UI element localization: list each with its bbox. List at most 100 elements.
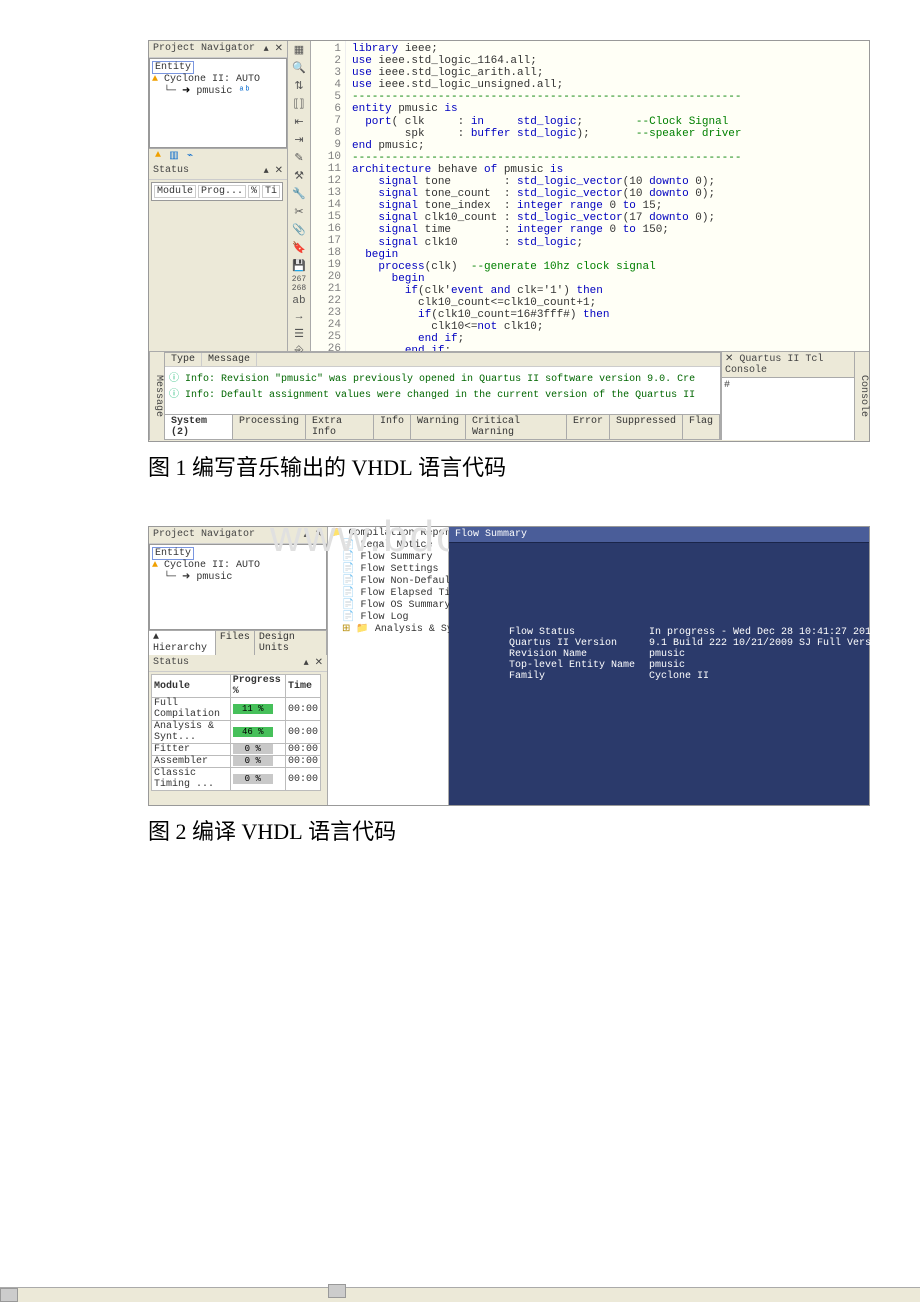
s2-mid-scroll[interactable]	[328, 1284, 346, 1298]
outdent-icon[interactable]: ⇥	[291, 133, 307, 147]
cut-icon[interactable]: ✂	[291, 205, 307, 219]
arrow-right-icon[interactable]: →	[291, 311, 307, 323]
tab-files-icon[interactable]: ▥	[167, 150, 181, 162]
status-pin-close[interactable]: ▴ ✕	[264, 165, 283, 177]
msg-tab[interactable]: Error	[567, 415, 610, 439]
report-tree-item[interactable]: 📄 Flow Non-Default Gl	[328, 575, 448, 587]
s2-left-scroll[interactable]	[0, 1287, 920, 1302]
tab-hierarchy-icon[interactable]: ▲	[151, 150, 165, 162]
flow-value: Cyclone II	[649, 671, 709, 682]
screenshot1-lower: Message Type Message ⓘ Info: Revision "p…	[149, 352, 869, 440]
status-module: Analysis & Synt...	[152, 721, 231, 744]
s2-navigator-tabs: ▲ HierarchyFilesDesign Units	[149, 630, 327, 655]
status-time: 00:00	[285, 744, 320, 756]
col-time: Ti	[262, 185, 280, 198]
msg-tab[interactable]: Warning	[411, 415, 466, 439]
cap-prefix: 图	[148, 455, 176, 480]
status-row: Full Compilation11 %00:00	[152, 698, 321, 721]
save-icon[interactable]: 💾	[291, 259, 307, 273]
brackets-icon[interactable]: ⟦⟧	[291, 97, 307, 111]
num-icon[interactable]: 267268	[291, 277, 307, 291]
pn-tab[interactable]: Files	[216, 631, 255, 655]
wrench-icon[interactable]: 🔧	[291, 187, 307, 201]
msg-tab[interactable]: Flag	[683, 415, 720, 439]
project-navigator-title: Project Navigator ▴ ✕	[149, 41, 287, 58]
report-tree-item[interactable]: 📄 Flow Settings	[328, 563, 448, 575]
screenshot1-upper: Project Navigator ▴ ✕ Entity ▲ Cyclone I…	[149, 41, 869, 352]
flow-key: Top-level Entity Name	[509, 660, 649, 671]
msg-tab[interactable]: Suppressed	[610, 415, 683, 439]
msg-tab[interactable]: Critical Warning	[466, 415, 567, 439]
flow-value: In progress - Wed Dec 28 10:41:27 2011	[649, 627, 877, 638]
s2-status-panel: ModuleProgress %TimeFull Compilation11 %…	[149, 672, 327, 805]
panel-pin-close[interactable]: ▴ ✕	[264, 43, 283, 55]
msg-tab[interactable]: Processing	[233, 415, 306, 439]
doc-icon: 📄	[342, 588, 354, 599]
code-editor[interactable]: 1234567891011121314151617181920212223242…	[311, 41, 869, 351]
clip-icon[interactable]: 📎	[291, 223, 307, 237]
flow-key: Family	[509, 671, 649, 682]
entity-node[interactable]: pmusic	[196, 86, 232, 97]
device-node[interactable]: Cyclone II: AUTO	[164, 74, 260, 85]
report-tree-item[interactable]: 📄 Flow OS Summary	[328, 599, 448, 611]
cap-mid: 编写音乐输出的	[187, 455, 352, 480]
status-title-bar: Status ▴ ✕	[149, 163, 287, 180]
flow-value: pmusic	[649, 649, 685, 660]
report-tree-item[interactable]: 📄 Flow Elapsed Time	[328, 587, 448, 599]
messages-vertical-tab[interactable]: Message	[149, 352, 164, 440]
msg-tab[interactable]: Info	[374, 415, 411, 439]
pn-tab[interactable]: ▲ Hierarchy	[149, 631, 216, 655]
list-icon[interactable]: ☰	[291, 327, 307, 341]
find-icon[interactable]: 🔍	[291, 61, 307, 75]
console-vertical-tab[interactable]: Console	[854, 352, 869, 440]
s2-device-node[interactable]: Cyclone II: AUTO	[164, 560, 260, 571]
hammer-icon[interactable]: ⚒	[291, 169, 307, 183]
msg-tab[interactable]: System (2)	[165, 415, 233, 439]
status-module: Fitter	[152, 744, 231, 756]
status-col: Time	[285, 675, 320, 698]
report-tree-item[interactable]: 📄 Flow Log	[328, 611, 448, 623]
status-row: Assembler0 %00:00	[152, 756, 321, 768]
status-progress: 0 %	[230, 768, 285, 791]
s2-status-title: Status ▴ ✕	[149, 655, 327, 672]
tab-design-icon[interactable]: ⌁	[183, 150, 197, 162]
brush-icon[interactable]: ✎	[291, 151, 307, 165]
s2-status-label: Status	[153, 657, 189, 669]
col-module: Module	[154, 185, 196, 198]
col-pct: %	[248, 185, 260, 198]
figure1-caption: 图 1 编写音乐输出的 VHDL 语言代码	[148, 450, 920, 482]
s2-entity-node[interactable]: pmusic	[196, 572, 232, 583]
ab-icon[interactable]: ab	[291, 295, 307, 307]
msg-line-2: Info: Default assignment values were cha…	[185, 390, 695, 401]
compilation-report-tree[interactable]: 📁 Compilation Report 📄 Legal Notice 📄 Fl…	[328, 527, 449, 805]
flow-key: Flow Status	[509, 627, 649, 638]
s2-status-pin[interactable]: ▴ ✕	[304, 657, 323, 669]
warning-icon: ▲	[152, 560, 158, 571]
updown-icon[interactable]: ⇅	[291, 79, 307, 93]
info-icon: ⓘ	[169, 374, 179, 385]
code-content[interactable]: library ieee;use ieee.std_logic_1164.all…	[346, 41, 742, 351]
pn-tab[interactable]: Design Units	[255, 631, 327, 655]
report-tree-item[interactable]: ⊞ 📁 Analysis & Synthesi	[328, 623, 448, 635]
tcl-console-panel: ✕ Quartus II Tcl Console #	[721, 352, 854, 440]
project-tree[interactable]: Entity ▲ Cyclone II: AUTO └─ ➜ pmusic ᵃᵇ	[149, 58, 287, 148]
indent-icon[interactable]: ⇤	[291, 115, 307, 129]
cap2-prefix: 图	[148, 819, 176, 844]
bookmark-icon[interactable]: 🔖	[291, 241, 307, 255]
flow-summary-body: Flow StatusIn progress - Wed Dec 28 10:4…	[509, 627, 889, 682]
warning-icon: ▲	[152, 74, 158, 85]
status-time: 00:00	[285, 721, 320, 744]
doc-icon: 📄	[342, 576, 354, 587]
msg-line-1: Info: Revision "pmusic" was previously o…	[185, 374, 695, 385]
line-number-gutter: 1234567891011121314151617181920212223242…	[311, 41, 346, 351]
flow-row: Revision Namepmusic	[509, 649, 889, 660]
status-module: Assembler	[152, 756, 231, 768]
status-progress: 46 %	[230, 721, 285, 744]
flow-key: Quartus II Version	[509, 638, 649, 649]
arrow-icon: ➜	[182, 86, 190, 97]
status-progress: 11 %	[230, 698, 285, 721]
close-x-icon[interactable]: ✕	[725, 354, 733, 365]
msg-tab[interactable]: Extra Info	[306, 415, 374, 439]
tool-icon[interactable]: ▦	[291, 43, 307, 57]
editor-toolbar: ▦ 🔍 ⇅ ⟦⟧ ⇤ ⇥ ✎ ⚒ 🔧 ✂ 📎 🔖 💾 267268 ab → ☰…	[288, 41, 311, 351]
